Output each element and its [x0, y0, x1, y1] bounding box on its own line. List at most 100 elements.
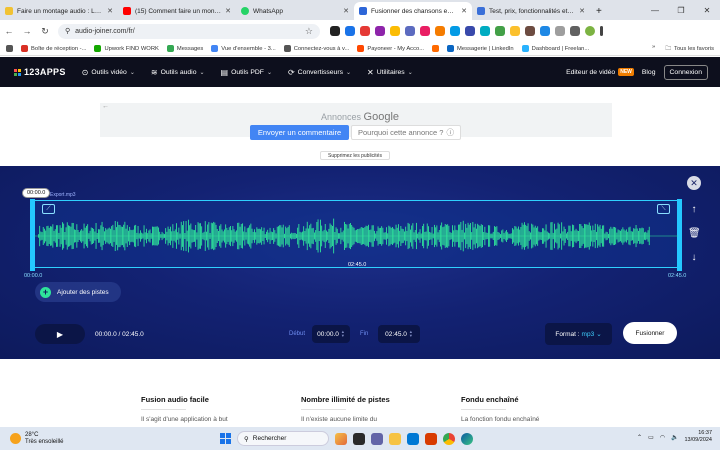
forward-icon[interactable]: →: [18, 26, 36, 36]
weather-widget[interactable]: 28°C Très ensoleillé: [10, 432, 63, 446]
video-editor-link[interactable]: Editeur de vidéo NEW: [566, 68, 634, 76]
bookmark-star-icon[interactable]: ☆: [305, 26, 313, 37]
move-down-icon[interactable]: ↓: [688, 252, 700, 263]
send-feedback-button[interactable]: Envoyer un commentaire: [250, 125, 349, 140]
bookmark-item[interactable]: Vue d'ensemble - 3...: [211, 45, 276, 52]
extension-icon[interactable]: [540, 26, 550, 36]
task-view-icon[interactable]: [353, 432, 365, 445]
waveform-bar: [338, 233, 339, 239]
office-icon[interactable]: [425, 432, 437, 445]
format-select[interactable]: Format : mp3 ⌄: [545, 323, 612, 345]
why-this-ad-button[interactable]: Pourquoi cette annonce ? ⓘ: [351, 125, 461, 140]
close-tab-icon[interactable]: ✕: [579, 7, 585, 15]
windows-start-icon[interactable]: [220, 433, 231, 444]
menu-video-tools[interactable]: ⊙ Outils vidéo ⌄: [82, 68, 135, 77]
menu-kebab-icon[interactable]: [600, 26, 603, 36]
extension-icon[interactable]: [525, 26, 535, 36]
menu-converters[interactable]: ⟳ Convertisseurs ⌄: [288, 68, 351, 77]
chrome-icon[interactable]: [443, 432, 455, 445]
fade-in-icon[interactable]: ⟋: [42, 204, 55, 214]
all-bookmarks-button[interactable]: 🗀 Tous les favoris: [665, 44, 714, 54]
bookmark-item[interactable]: [432, 45, 440, 52]
close-tab-icon[interactable]: ✕: [343, 7, 349, 15]
maximize-icon[interactable]: ❐: [668, 6, 694, 15]
extension-icon[interactable]: [390, 26, 400, 36]
menu-pdf-tools[interactable]: ▤ Outils PDF ⌄: [221, 68, 272, 77]
widgets-icon[interactable]: [335, 432, 347, 445]
waveform-bar: [639, 228, 641, 244]
browser-tab[interactable]: Test, prix, fonctionnalités et alt ✕: [472, 2, 590, 20]
extension-icon[interactable]: [420, 26, 430, 36]
bookmark-item[interactable]: Boîte de réception -...: [21, 45, 86, 52]
edge-icon[interactable]: [461, 432, 473, 445]
merge-button[interactable]: Fusionner: [623, 322, 677, 344]
clock[interactable]: 16:37 13/09/2024: [684, 430, 712, 444]
file-explorer-icon[interactable]: [389, 432, 401, 445]
login-button[interactable]: Connexion: [663, 64, 708, 80]
fade-out-icon[interactable]: ⟍: [657, 204, 670, 214]
close-tab-icon[interactable]: ✕: [225, 7, 231, 15]
wifi-icon[interactable]: ◠: [660, 434, 665, 441]
chevron-down-icon: ⌄: [129, 69, 135, 76]
bookmark-item[interactable]: Connectez-vous à v...: [283, 45, 349, 52]
bookmarks-overflow-button[interactable]: »: [652, 44, 655, 54]
extension-icon[interactable]: [450, 26, 460, 36]
extension-icon[interactable]: [465, 26, 475, 36]
close-window-icon[interactable]: ✕: [694, 6, 720, 15]
extension-icon[interactable]: [360, 26, 370, 36]
site-logo[interactable]: 123APPS: [14, 67, 66, 77]
browser-tab-active[interactable]: Fusionner des chansons en ligne ✕: [354, 2, 472, 20]
bookmark-item[interactable]: Messagerie | LinkedIn: [447, 45, 514, 52]
extension-icon[interactable]: [480, 26, 490, 36]
browser-tab[interactable]: Faire un montage audio : Le gu ✕: [0, 2, 118, 20]
extension-icon[interactable]: [435, 26, 445, 36]
site-info-icon[interactable]: ⚲: [65, 27, 70, 35]
chevron-up-icon[interactable]: ⌃: [637, 434, 642, 441]
waveform-bar: [382, 227, 384, 245]
browser-tab[interactable]: WhatsApp ✕: [236, 2, 354, 20]
battery-icon[interactable]: ▭: [648, 434, 654, 441]
blog-link[interactable]: Blog: [642, 69, 656, 76]
bookmark-item[interactable]: Payoneer - My Acco...: [357, 45, 424, 52]
remove-ads-button[interactable]: Supprimez les publicités: [320, 151, 390, 160]
extension-icon[interactable]: [330, 26, 340, 36]
reload-icon[interactable]: ↻: [36, 26, 54, 37]
volume-icon[interactable]: 🔈: [671, 434, 678, 441]
bookmark-item[interactable]: Upwork FIND WORK: [94, 45, 159, 52]
menu-audio-tools[interactable]: ≋ Outils audio ⌄: [151, 68, 205, 77]
back-icon[interactable]: ←: [0, 26, 18, 36]
stepper-icon[interactable]: ▲ ▼: [341, 330, 345, 338]
delete-icon[interactable]: 🗑: [688, 228, 701, 239]
close-tab-icon[interactable]: ✕: [461, 7, 467, 15]
play-button[interactable]: ▶: [35, 324, 85, 344]
download-icon[interactable]: [570, 26, 580, 36]
extension-icon[interactable]: [510, 26, 520, 36]
browser-tab[interactable]: (15) Comment faire un montag ✕: [118, 2, 236, 20]
extension-icon[interactable]: [495, 26, 505, 36]
bookmark-item[interactable]: Messages: [166, 45, 203, 52]
waveform-bar: [393, 228, 395, 244]
apps-icon[interactable]: [6, 45, 13, 52]
menu-utilities[interactable]: ✕ Utilitaires ⌄: [367, 68, 413, 77]
back-arrow-icon[interactable]: ←: [102, 103, 109, 110]
add-tracks-button[interactable]: + Ajouter des pistes: [35, 282, 121, 302]
close-tab-icon[interactable]: ✕: [107, 7, 113, 15]
address-bar[interactable]: ⚲ audio-joiner.com/fr/ ☆: [58, 23, 320, 39]
teams-icon[interactable]: [371, 432, 383, 445]
bookmark-item[interactable]: Dashboard | Freelan...: [521, 45, 589, 52]
extension-icon[interactable]: [345, 26, 355, 36]
start-time-input[interactable]: 00:00.0 ▲ ▼: [312, 325, 350, 343]
minimize-icon[interactable]: —: [642, 6, 668, 15]
taskbar-search[interactable]: ⚲ Rechercher: [237, 431, 329, 446]
new-tab-button[interactable]: +: [590, 2, 608, 20]
move-up-icon[interactable]: ↑: [688, 204, 700, 215]
store-icon[interactable]: [407, 432, 419, 445]
puzzle-icon[interactable]: [555, 26, 565, 36]
extension-icon[interactable]: [405, 26, 415, 36]
profile-avatar-icon[interactable]: [585, 26, 595, 36]
stepper-icon[interactable]: ▲ ▼: [409, 330, 413, 338]
audio-track[interactable]: Export.mp3 ⟋ ⟍ 02:45.0: [30, 192, 682, 271]
extension-icon[interactable]: [375, 26, 385, 36]
close-icon[interactable]: ✕: [687, 176, 701, 190]
end-time-input[interactable]: 02:45.0 ▲ ▼: [378, 325, 420, 343]
